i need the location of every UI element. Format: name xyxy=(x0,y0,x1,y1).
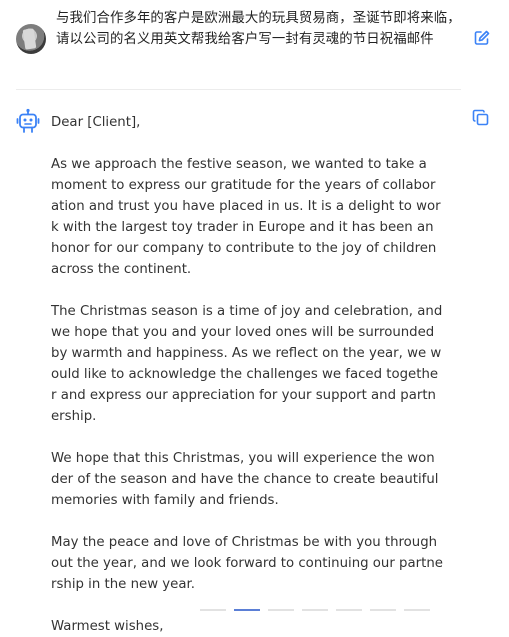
assistant-reply: Dear [Client], As we approach the festiv… xyxy=(51,112,443,637)
reply-paragraph: The Christmas season is a time of joy an… xyxy=(51,304,443,424)
toolbar-segment xyxy=(336,609,362,611)
copy-icon[interactable] xyxy=(472,109,490,127)
reply-paragraph: We hope that this Christmas, you will ex… xyxy=(51,451,439,508)
message-divider xyxy=(16,89,461,90)
toolbar-segment xyxy=(370,609,396,611)
reply-paragraph: As we approach the festive season, we wa… xyxy=(51,157,441,277)
toolbar-segment xyxy=(268,609,294,611)
edit-icon[interactable] xyxy=(473,29,491,47)
reply-paragraph: May the peace and love of Christmas be w… xyxy=(51,535,443,592)
bottom-toolbar-strip xyxy=(200,596,500,611)
reply-closing: Warmest wishes, xyxy=(51,619,164,634)
user-message-text: 与我们合作多年的客户是欧洲最大的玩具贸易商，圣诞节即将来临，请以公司的名义用英文… xyxy=(56,11,461,47)
user-avatar xyxy=(16,24,46,54)
user-message-row: 与我们合作多年的客户是欧洲最大的玩具贸易商，圣诞节即将来临，请以公司的名义用英文… xyxy=(0,0,509,88)
toolbar-segment xyxy=(200,609,226,611)
reply-greeting: Dear [Client], xyxy=(51,115,141,130)
toolbar-segment xyxy=(302,609,328,611)
toolbar-segment xyxy=(404,609,430,611)
robot-icon xyxy=(15,108,41,134)
toolbar-segment-active xyxy=(234,609,260,611)
